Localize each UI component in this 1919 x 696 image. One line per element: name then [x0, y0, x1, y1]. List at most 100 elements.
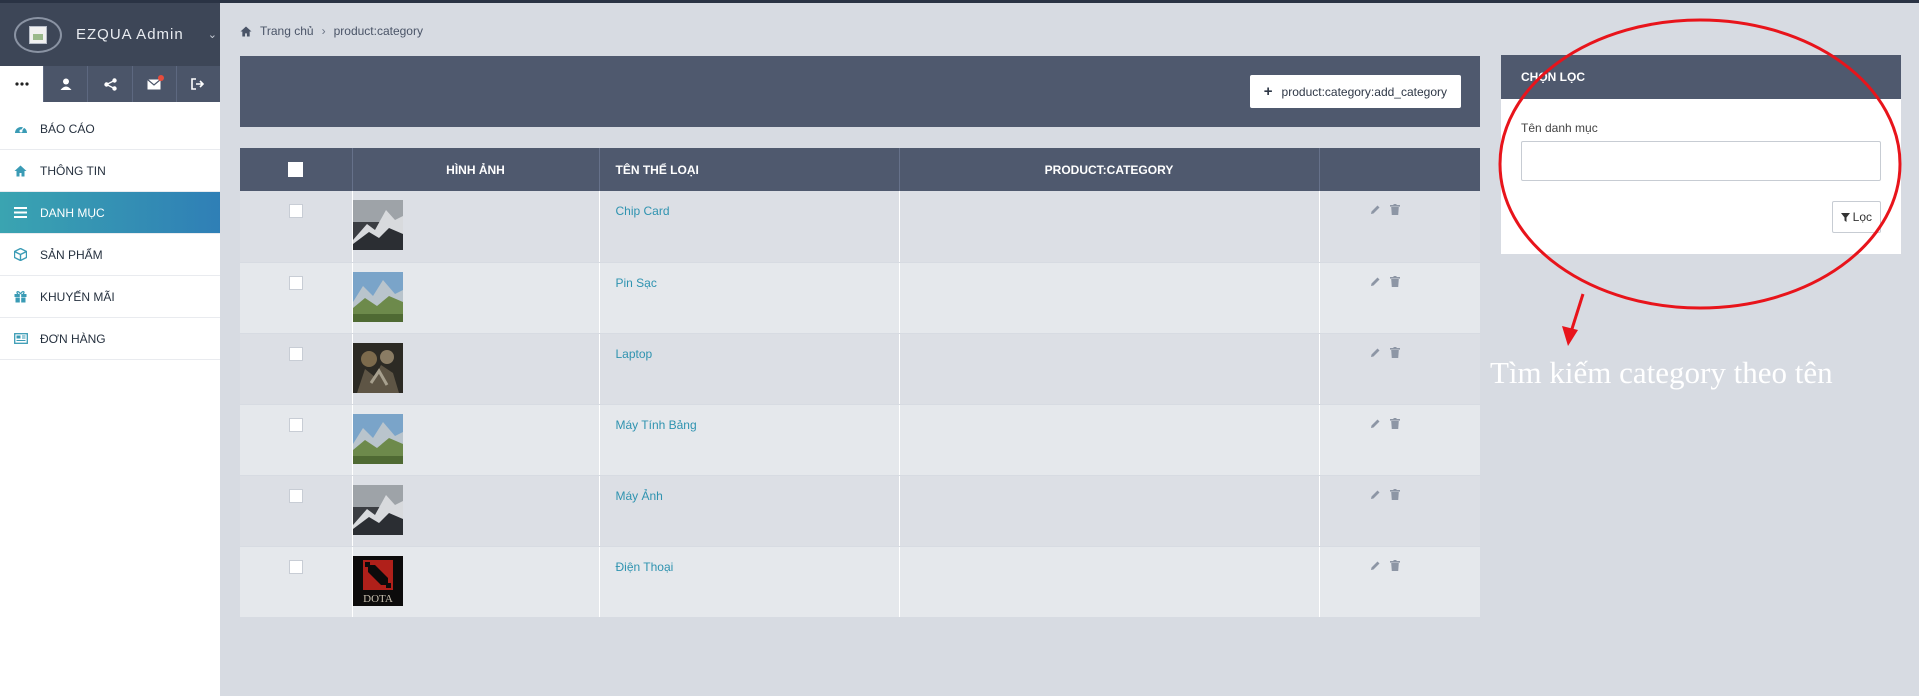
edit-icon[interactable] — [1370, 489, 1381, 503]
row-select-cell — [240, 262, 353, 334]
row-image-cell — [352, 404, 600, 476]
trash-icon[interactable] — [1389, 346, 1400, 361]
sidebar-item-san-pham[interactable]: SẢN PHẨM — [0, 234, 220, 276]
breadcrumb-current: product:category — [333, 24, 423, 38]
row-name-cell: Pin Sạc — [599, 262, 900, 334]
sidebar-item-label: SẢN PHẨM — [40, 247, 103, 262]
row-product-category-cell — [899, 191, 1320, 263]
table-header-row: HÌNH ẢNH TÊN THỂ LOẠI PRODUCT:CATEGORY — [240, 148, 1480, 191]
trash-icon[interactable] — [1389, 275, 1400, 290]
column-header-product-category[interactable]: PRODUCT:CATEGORY — [899, 148, 1320, 191]
row-image-cell — [352, 333, 600, 405]
column-header-image[interactable]: HÌNH ẢNH — [352, 148, 600, 191]
trash-icon[interactable] — [1389, 417, 1400, 432]
sidebar-item-khuyen-mai[interactable]: KHUYẾN MÃI — [0, 276, 220, 318]
table-row: Máy Tính Bảng — [240, 404, 1480, 476]
edit-icon[interactable] — [1370, 418, 1381, 432]
sidebar-item-label: ĐƠN HÀNG — [40, 331, 106, 346]
row-product-category-cell — [899, 475, 1320, 547]
sidebar: EZQUA Admin ⌄ BÁO CÁO THÔNG TIN DANH MỤC… — [0, 3, 220, 696]
category-name-link[interactable]: Máy Ảnh — [600, 489, 663, 503]
row-name-cell: Máy Ảnh — [599, 475, 900, 547]
trash-icon[interactable] — [1389, 204, 1400, 218]
table-toolbar: + product:category:add_category — [240, 56, 1480, 127]
chevron-down-icon[interactable]: ⌄ — [208, 28, 217, 41]
gift-icon — [14, 290, 30, 303]
row-checkbox[interactable] — [288, 346, 303, 361]
share-icon[interactable] — [88, 66, 133, 102]
category-thumbnail — [352, 271, 403, 322]
row-product-category-cell — [899, 333, 1320, 405]
edit-icon[interactable] — [1370, 560, 1381, 574]
category-name-link[interactable]: Chip Card — [600, 204, 670, 218]
row-image-cell — [352, 191, 600, 263]
sidebar-item-label: KHUYẾN MÃI — [40, 289, 115, 304]
select-all-checkbox[interactable] — [288, 162, 304, 177]
top-border — [0, 0, 1919, 3]
select-all-header — [240, 148, 353, 191]
brand-header[interactable]: EZQUA Admin ⌄ — [0, 3, 220, 66]
annotation-text: Tìm kiếm category theo tên — [1490, 355, 1833, 390]
category-thumbnail — [352, 200, 403, 250]
row-image-cell — [352, 475, 600, 547]
logout-icon[interactable] — [177, 66, 220, 102]
sidebar-item-thong-tin[interactable]: THÔNG TIN — [0, 150, 220, 192]
category-name-link[interactable]: Điện Thoại — [600, 560, 674, 574]
category-thumbnail — [352, 342, 403, 393]
sidebar-item-label: BÁO CÁO — [40, 121, 95, 136]
svg-text:DOTA: DOTA — [363, 593, 393, 605]
sidebar-item-don-hang[interactable]: ĐƠN HÀNG — [0, 318, 220, 360]
row-actions-cell — [1319, 191, 1480, 263]
category-thumbnail — [352, 484, 403, 535]
home-icon — [14, 165, 30, 177]
category-thumbnail — [352, 413, 403, 464]
dashboard-icon — [14, 123, 30, 135]
category-name-link[interactable]: Pin Sạc — [600, 276, 657, 290]
table-row: Chip Card — [240, 191, 1480, 263]
annotation-arrow-head — [1562, 326, 1578, 346]
quick-action-bar — [0, 66, 220, 102]
row-name-cell: Laptop — [599, 333, 900, 405]
home-icon[interactable] — [240, 25, 252, 37]
add-category-button[interactable]: + product:category:add_category — [1249, 75, 1461, 108]
user-icon[interactable] — [44, 66, 89, 102]
row-checkbox[interactable] — [288, 275, 303, 290]
sidebar-item-danh-muc[interactable]: DANH MỤC — [0, 192, 220, 234]
sidebar-item-label: THÔNG TIN — [40, 163, 106, 178]
sidebar-menu: BÁO CÁO THÔNG TIN DANH MỤC SẢN PHẨM KHUY… — [0, 108, 220, 360]
brand-name: EZQUA Admin — [76, 26, 184, 43]
row-select-cell — [240, 191, 353, 263]
trash-icon[interactable] — [1389, 559, 1400, 574]
filter-button[interactable]: Lọc — [1831, 201, 1881, 233]
annotation-arrow-line — [1569, 293, 1585, 333]
edit-icon[interactable] — [1370, 347, 1381, 361]
mail-icon[interactable] — [133, 66, 177, 102]
more-icon[interactable] — [0, 66, 45, 102]
breadcrumb: Trang chủ › product:category — [240, 24, 423, 38]
row-actions-cell — [1319, 262, 1480, 334]
edit-icon[interactable] — [1370, 204, 1381, 218]
category-name-input[interactable] — [1521, 141, 1881, 181]
category-name-link[interactable]: Máy Tính Bảng — [600, 418, 697, 432]
category-name-label: Tên danh mục — [1521, 121, 1598, 135]
sidebar-item-bao-cao[interactable]: BÁO CÁO — [0, 108, 220, 150]
edit-icon[interactable] — [1370, 276, 1381, 290]
sidebar-item-label: DANH MỤC — [40, 205, 105, 220]
category-name-link[interactable]: Laptop — [600, 347, 653, 361]
row-checkbox[interactable] — [288, 204, 303, 218]
row-checkbox[interactable] — [288, 417, 303, 432]
row-product-category-cell — [899, 262, 1320, 334]
row-checkbox[interactable] — [288, 559, 303, 574]
table-row: Pin Sạc — [240, 262, 1480, 334]
column-header-name[interactable]: TÊN THỂ LOẠI — [599, 148, 900, 191]
row-actions-cell — [1319, 404, 1480, 476]
row-name-cell: Máy Tính Bảng — [599, 404, 900, 476]
breadcrumb-home-link[interactable]: Trang chủ — [260, 24, 314, 38]
row-select-cell — [240, 404, 353, 476]
row-select-cell — [240, 333, 353, 405]
filter-panel-title: CHỌN LỌC — [1501, 55, 1901, 99]
trash-icon[interactable] — [1389, 488, 1400, 503]
breadcrumb-separator: › — [321, 24, 326, 38]
list-icon — [14, 207, 30, 218]
row-checkbox[interactable] — [288, 488, 303, 503]
